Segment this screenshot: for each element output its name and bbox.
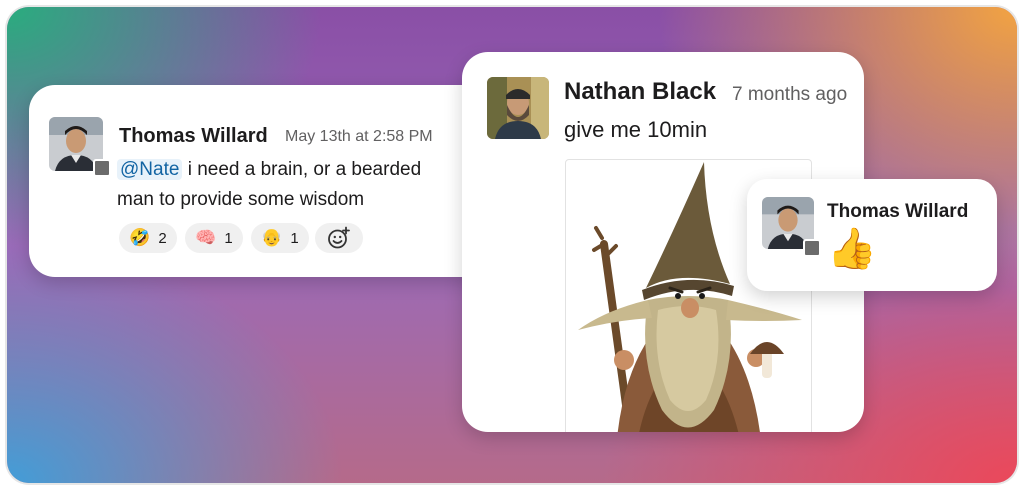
message-text: @Nate i need a brain, or a bearded man t…	[117, 155, 477, 215]
user-mention[interactable]: @Nate	[117, 159, 183, 180]
message-text-line1: i need a brain, or a bearded	[182, 159, 422, 180]
reaction-count: 2	[158, 229, 167, 247]
reaction-pill[interactable]: 🤣 2	[119, 223, 177, 253]
reaction-count: 1	[290, 229, 299, 247]
message-text-line2: man to provide some wisdom	[117, 189, 365, 210]
old-man-emoji-icon: 👴	[261, 228, 283, 247]
message-timestamp[interactable]: 7 months ago	[732, 84, 847, 106]
rofl-emoji-icon: 🤣	[129, 228, 151, 247]
add-reaction-icon	[328, 226, 350, 249]
hero-frame: Thomas Willard May 13th at 2:58 PM @Nate…	[7, 7, 1017, 483]
thumbs-up-emoji-icon: 👍	[827, 227, 877, 271]
avatar[interactable]	[487, 77, 549, 139]
presence-status-indicator	[803, 239, 821, 257]
avatar-photo-icon	[487, 77, 549, 139]
reaction-pill[interactable]: 👴 1	[251, 223, 309, 253]
brain-emoji-icon: 🧠	[195, 228, 217, 247]
reaction-pill[interactable]: 🧠 1	[185, 223, 243, 253]
reaction-count: 1	[224, 229, 233, 247]
author-name[interactable]: Thomas Willard	[827, 201, 968, 223]
author-name[interactable]: Thomas Willard	[119, 125, 268, 148]
message-card-thomas: Thomas Willard May 13th at 2:58 PM @Nate…	[29, 85, 489, 277]
message-text: give me 10min	[564, 117, 708, 142]
presence-status-indicator	[93, 159, 111, 177]
author-name[interactable]: Nathan Black	[564, 78, 716, 106]
message-card-thomas-thumbsup: Thomas Willard 👍	[747, 179, 997, 291]
message-timestamp[interactable]: May 13th at 2:58 PM	[285, 128, 433, 146]
add-reaction-button[interactable]	[315, 223, 363, 253]
